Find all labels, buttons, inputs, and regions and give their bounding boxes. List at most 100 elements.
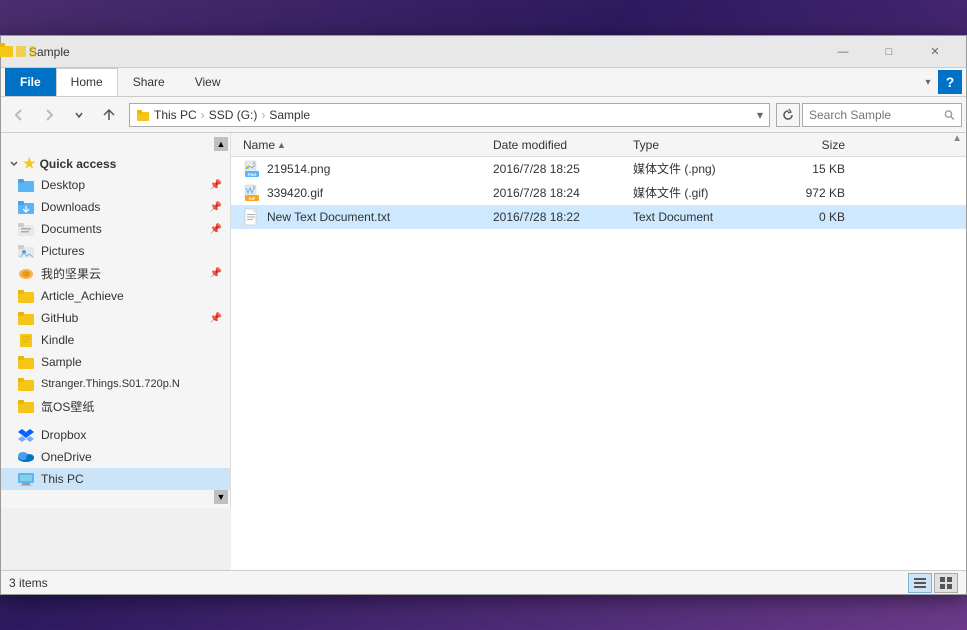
file-list-header: ▲ Name ▲ Date modified Type Size bbox=[231, 133, 966, 157]
sidebar: ▲ ★ Quick access bbox=[1, 133, 231, 508]
sidebar-label-dropbox: Dropbox bbox=[41, 428, 86, 442]
item-count: 3 items bbox=[9, 576, 48, 590]
sidebar-item-dropbox[interactable]: Dropbox bbox=[1, 424, 230, 446]
onedrive-icon bbox=[17, 449, 35, 465]
sidebar-item-sample[interactable]: Sample bbox=[1, 351, 230, 373]
svg-text:PNG: PNG bbox=[248, 172, 257, 177]
file-name-gif: GIF 339420.gif bbox=[239, 184, 489, 202]
view-toggle-buttons bbox=[908, 573, 958, 593]
star-icon: ★ bbox=[23, 155, 36, 172]
view-large-icons-button[interactable] bbox=[934, 573, 958, 593]
file-date-png: 2016/7/28 18:25 bbox=[489, 162, 629, 176]
help-button[interactable]: ? bbox=[938, 70, 962, 94]
sidebar-item-desktop[interactable]: Desktop 📌 bbox=[1, 174, 230, 196]
sidebar-item-xenos[interactable]: 氙OS壁纸 bbox=[1, 395, 230, 418]
folder-article-icon bbox=[17, 288, 35, 304]
close-button[interactable]: ✕ bbox=[912, 36, 958, 68]
expand-icon bbox=[9, 159, 19, 169]
sidebar-scroll-down[interactable]: ▼ bbox=[1, 490, 230, 504]
sidebar-label-onedrive: OneDrive bbox=[41, 450, 92, 464]
maximize-button[interactable]: □ bbox=[866, 36, 912, 68]
sidebar-label-sample: Sample bbox=[41, 355, 82, 369]
sidebar-item-this-pc[interactable]: This PC bbox=[1, 468, 230, 490]
quick-access-label: Quick access bbox=[40, 157, 117, 171]
sidebar-label-desktop: Desktop bbox=[41, 178, 85, 192]
folder-sample-icon bbox=[17, 354, 35, 370]
minimize-button[interactable]: — bbox=[820, 36, 866, 68]
folder-github-icon bbox=[17, 310, 35, 326]
col-header-type[interactable]: Type bbox=[629, 133, 769, 156]
dropdown-icon bbox=[74, 110, 84, 120]
sidebar-item-pictures[interactable]: Pictures bbox=[1, 240, 230, 262]
status-bar: 3 items bbox=[1, 570, 966, 594]
ribbon: File Home Share View ▾ ? bbox=[1, 68, 966, 97]
file-row-png[interactable]: PNG 219514.png 2016/7/28 18:25 媒体文件 (.pn… bbox=[231, 157, 966, 181]
tab-home[interactable]: Home bbox=[56, 68, 118, 96]
col-header-date[interactable]: Date modified bbox=[489, 133, 629, 156]
sidebar-item-kindle[interactable]: Kindle bbox=[1, 329, 230, 351]
refresh-button[interactable] bbox=[776, 103, 800, 127]
sidebar-label-xenos: 氙OS壁纸 bbox=[41, 398, 94, 415]
col-header-size[interactable]: Size bbox=[769, 133, 849, 156]
file-row-gif[interactable]: GIF 339420.gif 2016/7/28 18:24 媒体文件 (.gi… bbox=[231, 181, 966, 205]
search-box[interactable] bbox=[802, 103, 962, 127]
sidebar-scroll-up[interactable]: ▲ bbox=[1, 137, 230, 151]
folder-icon-small bbox=[136, 108, 150, 122]
file-date-txt: 2016/7/28 18:22 bbox=[489, 210, 629, 224]
back-icon bbox=[12, 108, 26, 122]
window-controls: — □ ✕ bbox=[820, 36, 958, 68]
pin-icon-github: 📌 bbox=[210, 313, 222, 324]
file-type-png: 媒体文件 (.png) bbox=[629, 160, 769, 177]
sidebar-header-quick-access[interactable]: ★ Quick access bbox=[1, 151, 230, 174]
back-button[interactable] bbox=[5, 101, 33, 129]
recent-locations-button[interactable] bbox=[65, 101, 93, 129]
explorer-window: Sample — □ ✕ File Home Share View ▾ ? bbox=[0, 35, 967, 595]
address-bar[interactable]: This PC › SSD (G:) › Sample ▾ bbox=[129, 103, 770, 127]
tab-share[interactable]: Share bbox=[118, 68, 180, 96]
breadcrumb: This PC › SSD (G:) › Sample bbox=[154, 108, 310, 122]
up-button[interactable] bbox=[95, 101, 123, 129]
sidebar-section-quick-access: ★ Quick access Desktop 📌 bbox=[1, 151, 230, 418]
sidebar-item-downloads[interactable]: Downloads 📌 bbox=[1, 196, 230, 218]
sidebar-label-this-pc: This PC bbox=[41, 472, 84, 486]
sidebar-item-article[interactable]: Article_Achieve bbox=[1, 285, 230, 307]
sidebar-label-github: GitHub bbox=[41, 311, 78, 325]
file-size-gif: 972 KB bbox=[769, 186, 849, 200]
sidebar-label-article: Article_Achieve bbox=[41, 289, 124, 303]
view-details-button[interactable] bbox=[908, 573, 932, 593]
file-name-txt: New Text Document.txt bbox=[239, 208, 489, 226]
forward-button[interactable] bbox=[35, 101, 63, 129]
address-dropdown-button[interactable]: ▾ bbox=[757, 108, 763, 122]
window-title: Sample bbox=[29, 45, 820, 59]
sidebar-label-pictures: Pictures bbox=[41, 244, 84, 258]
sidebar-item-nutstore[interactable]: 我的坚果云 📌 bbox=[1, 262, 230, 285]
folder-documents-icon bbox=[17, 221, 35, 237]
sidebar-item-onedrive[interactable]: OneDrive bbox=[1, 446, 230, 468]
ribbon-tabs: File Home Share View ▾ ? bbox=[1, 68, 966, 96]
sidebar-label-documents: Documents bbox=[41, 222, 102, 236]
refresh-icon bbox=[781, 108, 795, 122]
sidebar-item-stranger[interactable]: Stranger.Things.S01.720p.N bbox=[1, 373, 230, 395]
dropbox-icon bbox=[17, 427, 35, 443]
col-header-name[interactable]: Name ▲ bbox=[239, 133, 489, 156]
file-list: ▲ Name ▲ Date modified Type Size bbox=[231, 133, 966, 570]
large-icons-view-icon bbox=[939, 576, 953, 590]
folder-stranger-icon bbox=[17, 376, 35, 392]
folder-xenos-icon bbox=[17, 399, 35, 415]
search-input[interactable] bbox=[809, 108, 940, 122]
sidebar-item-documents[interactable]: Documents 📌 bbox=[1, 218, 230, 240]
header-scroll-up[interactable]: ▲ bbox=[952, 133, 962, 144]
file-name-png: PNG 219514.png bbox=[239, 160, 489, 178]
file-row-txt[interactable]: New Text Document.txt 2016/7/28 18:22 Te… bbox=[231, 205, 966, 229]
tab-file[interactable]: File bbox=[5, 68, 56, 96]
ribbon-expand-button[interactable]: ▾ bbox=[918, 68, 938, 96]
file-size-txt: 0 KB bbox=[769, 210, 849, 224]
folder-downloads-icon bbox=[17, 199, 35, 215]
file-type-gif: 媒体文件 (.gif) bbox=[629, 184, 769, 201]
pin-icon-downloads: 📌 bbox=[210, 202, 222, 213]
sidebar-item-github[interactable]: GitHub 📌 bbox=[1, 307, 230, 329]
sidebar-label-nutstore: 我的坚果云 bbox=[41, 265, 101, 282]
breadcrumb-current: Sample bbox=[269, 108, 310, 122]
tab-view[interactable]: View bbox=[180, 68, 236, 96]
sidebar-label-stranger: Stranger.Things.S01.720p.N bbox=[41, 378, 180, 390]
